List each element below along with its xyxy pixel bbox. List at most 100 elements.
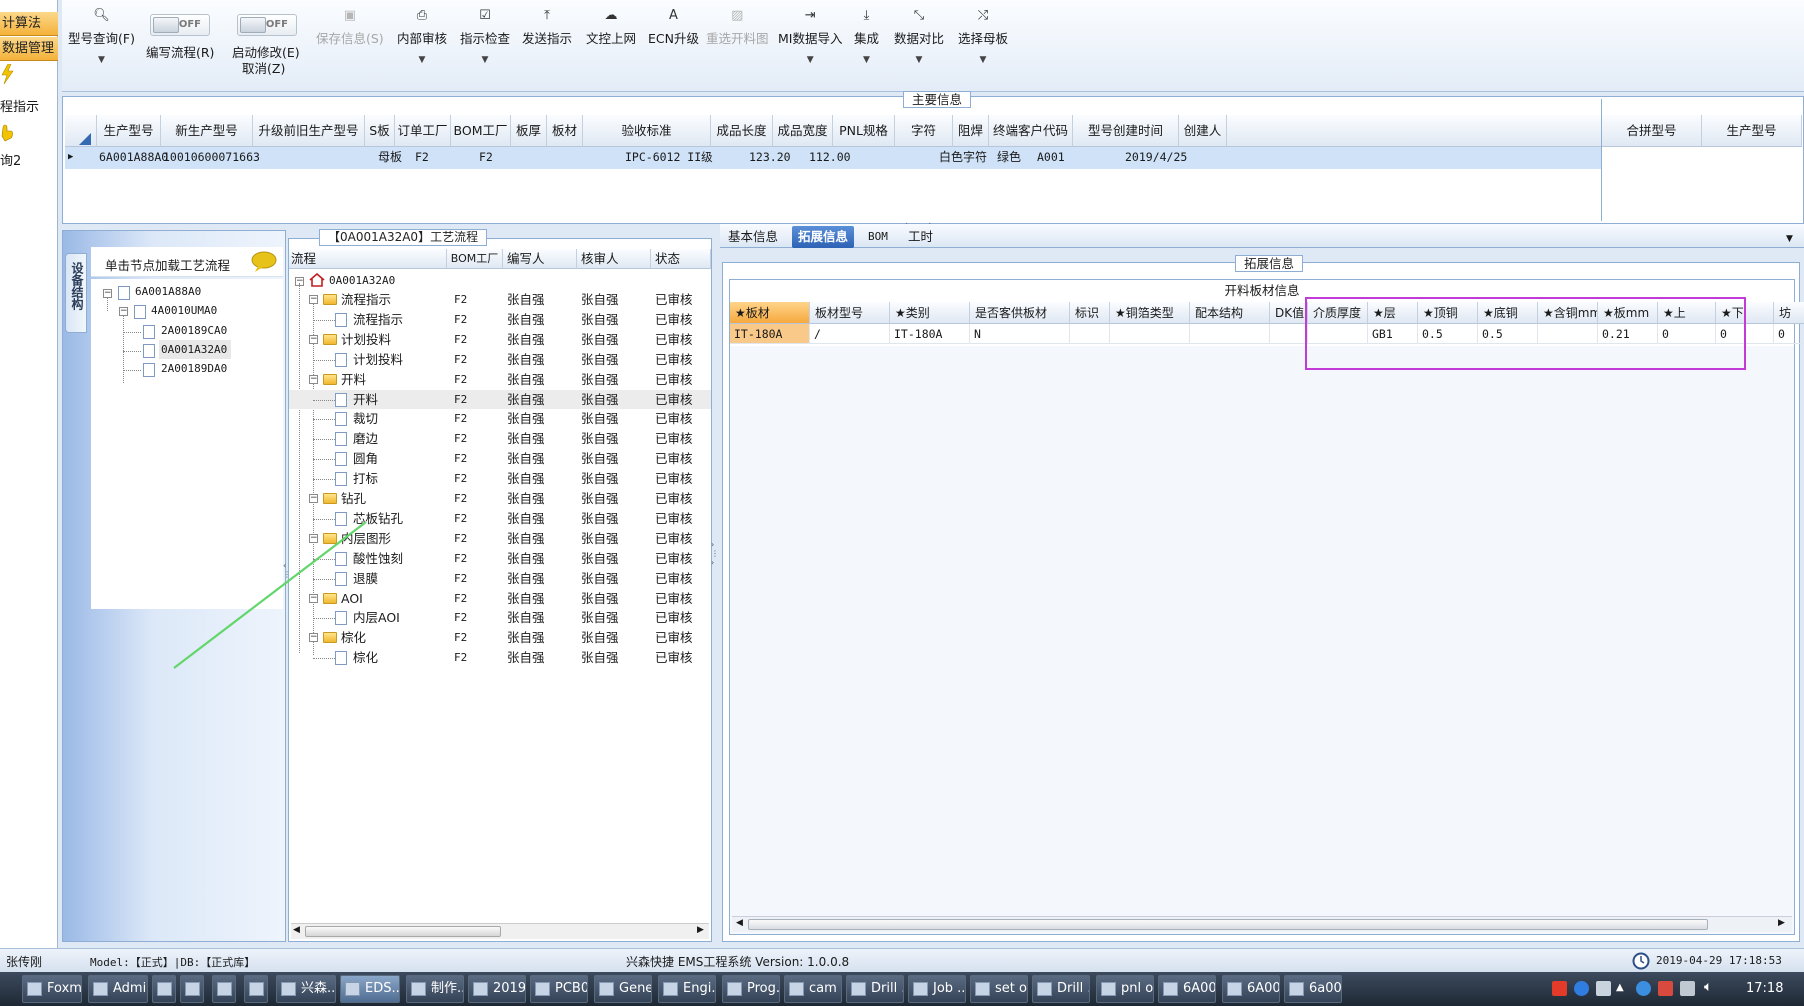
table-cell[interactable] [1070,324,1110,344]
flow-hscrollbar[interactable]: ◀ ▶ [291,923,709,939]
col-header[interactable]: 型号创建时间 [1073,115,1179,147]
taskbar-button[interactable]: 兴森... [276,975,336,1003]
mi-data-import-button[interactable]: ⇥ MI数据导入 ▼ [778,8,842,65]
col-header[interactable]: 板材型号 [810,302,890,324]
tree-node[interactable]: 4A0010UMA0 [151,301,217,320]
taskbar-button[interactable]: Drill ... [1032,975,1090,1003]
doc-online-button[interactable]: ☁ 文控上网 [586,8,636,47]
left-nav-calc-button[interactable]: 计算法 [0,12,58,36]
flow-step-name[interactable]: 计划投料 [341,330,391,349]
send-instruction-button[interactable]: ⤒ 发送指示 [522,8,572,47]
collapse-icon[interactable]: − [309,334,318,344]
col-header[interactable]: 板厚 [511,115,547,147]
tree-node-selected[interactable]: 0A001A32A0 [161,340,227,359]
select-motherboard-button[interactable]: ⤭ 选择母板 ▼ [958,8,1008,65]
sogou-icon[interactable] [1552,981,1567,996]
cancel-button[interactable]: 取消(Z) [242,58,285,77]
tab-extended-info[interactable]: 拓展信息 [792,226,855,248]
taskbar-button[interactable]: pnl o... [1096,975,1154,1003]
table-cell[interactable] [1110,324,1190,344]
col-header[interactable]: 坊 [1774,302,1804,324]
flow-step-name[interactable]: 磨边 [353,429,378,448]
table-cell[interactable]: / [810,324,890,344]
collapse-icon[interactable]: − [119,307,128,316]
device-structure-tab[interactable]: 设备结构 [65,253,87,333]
taskbar-button[interactable]: 制作... [406,975,464,1003]
col-header[interactable]: 板材 [547,115,583,147]
scroll-right-icon[interactable]: ▶ [697,925,704,935]
taskbar-button[interactable] [180,975,204,1003]
flag-icon[interactable] [1658,981,1673,996]
tree-node[interactable]: 2A00189DA0 [161,359,227,378]
table-cell[interactable] [1270,324,1308,344]
scroll-left-icon[interactable]: ◀ [736,918,743,928]
tab-bom[interactable]: BOM [862,226,894,248]
flow-step-name[interactable]: 开料 [353,390,378,409]
flow-step-name[interactable]: 流程指示 [353,310,403,329]
monitor-icon[interactable] [1680,981,1695,996]
flow-step-name[interactable]: 流程指示 [341,290,391,309]
tree-node[interactable]: 6A001A88A0 [135,282,201,301]
col-header[interactable]: 编写人 [503,249,577,269]
col-header[interactable]: ★类别 [890,302,970,324]
tray-app-icon[interactable] [1636,981,1651,996]
write-flow-toggle[interactable]: OFF [150,14,210,36]
col-header[interactable]: 升级前旧生产型号 [253,115,365,147]
left-nav-flow-label[interactable]: 程指示 [0,96,39,115]
taskbar-button[interactable]: 6A00... [1158,975,1216,1003]
col-header[interactable]: PNL规格 [833,115,895,147]
col-header[interactable]: 终端客户代码 [989,115,1073,147]
scroll-right-icon[interactable]: ▶ [1778,918,1785,928]
flow-step-name[interactable]: 打标 [353,469,378,488]
col-header[interactable]: 状态 [651,249,711,269]
col-header[interactable]: 成品长度 [711,115,773,147]
col-header[interactable]: 新生产型号 [161,115,253,147]
ecn-upgrade-button[interactable]: A ECN升级 [648,8,699,47]
col-header[interactable]: 字符 [895,115,953,147]
collapse-icon[interactable]: − [309,374,318,384]
data-compare-button[interactable]: ⤡ 数据对比 ▼ [894,8,944,65]
scroll-thumb[interactable] [305,926,501,937]
taskbar-clock[interactable]: 17:18 [1746,981,1783,996]
flow-step-name[interactable]: 圆角 [353,449,378,468]
tree-node[interactable]: 2A00189CA0 [161,321,227,340]
network-icon[interactable] [1596,981,1611,996]
taskbar-button[interactable]: Gene... [594,975,652,1003]
start-modify-toggle[interactable]: OFF [237,14,297,36]
col-header[interactable]: 验收标准 [583,115,711,147]
taskbar-button[interactable]: Job ... [908,975,966,1003]
taskbar-button[interactable]: EDS... [340,975,400,1003]
integrate-button[interactable]: ⤓ 集成 ▼ [854,8,879,65]
taskbar-button[interactable]: Foxm... [22,975,82,1003]
taskbar-button[interactable]: PCB0... [530,975,588,1003]
col-header[interactable]: 配本结构 [1190,302,1270,324]
help-icon[interactable] [1574,981,1589,996]
taskbar-button[interactable]: 6A00... [1222,975,1280,1003]
scroll-thumb[interactable] [748,919,1708,930]
tab-work-hours[interactable]: 工时 [902,226,939,248]
taskbar-button[interactable]: cam ... [784,975,842,1003]
table-cell[interactable] [1190,324,1270,344]
left-nav-data-button[interactable]: 数据管理 [0,37,58,61]
col-header[interactable]: DK值 [1270,302,1308,324]
taskbar-button[interactable]: 2019... [468,975,526,1003]
col-header[interactable]: 创建人 [1179,115,1227,147]
reselect-cut-image-button[interactable]: ▨ 重选开料图 [706,8,769,47]
col-header[interactable]: BOM工厂 [451,115,511,147]
taskbar-button[interactable]: Admi... [88,975,148,1003]
internal-review-button[interactable]: ⎙ 内部审核 ▼ [397,8,447,65]
tab-basic-info[interactable]: 基本信息 [722,226,784,248]
save-info-button[interactable]: ▣ 保存信息(S) [316,8,384,47]
scroll-left-icon[interactable]: ◀ [293,925,300,935]
taskbar-button[interactable]: 6a00... [1284,975,1342,1003]
tab-dropdown-icon[interactable]: ▼ [1786,234,1793,244]
taskbar-button[interactable]: Engi... [658,975,716,1003]
col-header[interactable]: 成品宽度 [773,115,833,147]
col-header[interactable]: 订单工厂 [395,115,451,147]
splitter-handle[interactable]: › ⋮ › [711,540,719,620]
table-row[interactable]: ▶ 6A001A88A0 10010600071663 母板 F2 F2 IPC… [65,147,1601,169]
taskbar-button[interactable]: Drill ... [846,975,904,1003]
collapse-icon[interactable]: − [103,289,112,298]
col-header[interactable]: 阻焊 [953,115,989,147]
table-cell[interactable]: IT-180A [730,324,810,344]
